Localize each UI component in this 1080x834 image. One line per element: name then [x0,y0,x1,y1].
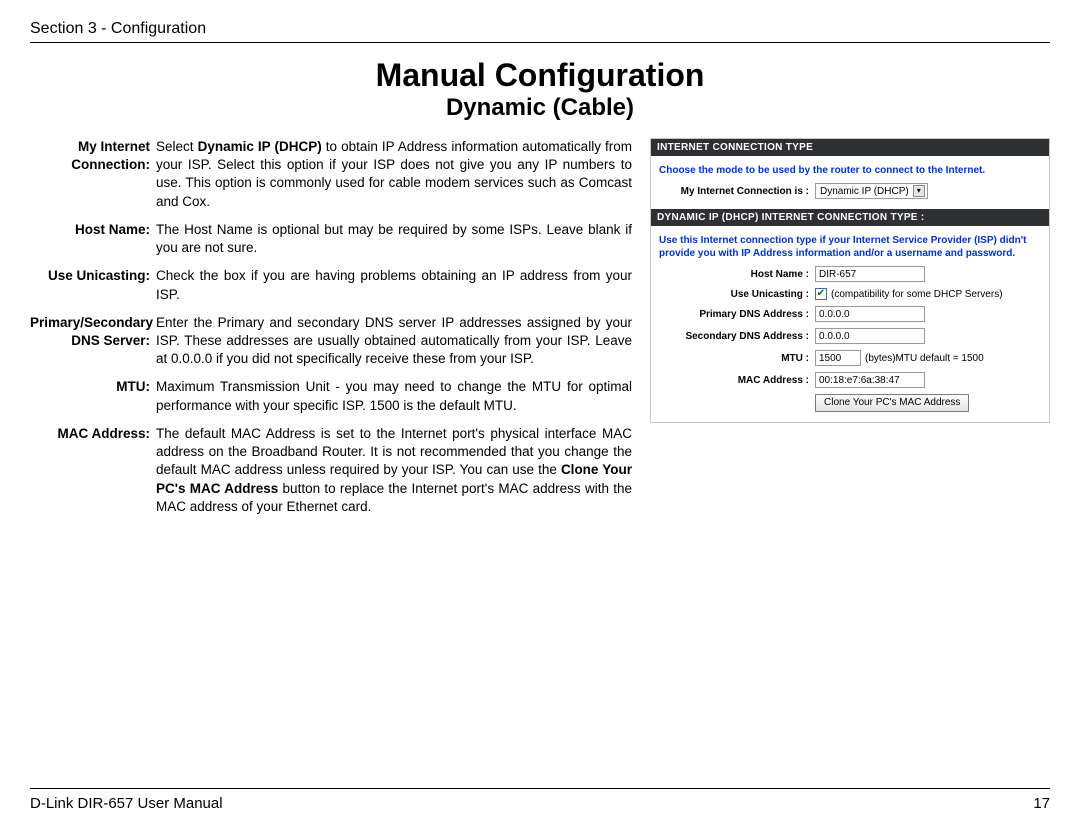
router-ui-panel: INTERNET CONNECTION TYPE Choose the mode… [650,138,1050,423]
select-value: Dynamic IP (DHCP) [820,186,909,197]
section-breadcrumb: Section 3 - Configuration [30,20,1050,38]
footer-page-number: 17 [1033,795,1050,812]
def-desc: Maximum Transmission Unit - you may need… [156,378,632,414]
rui-host-name-label: Host Name : [659,269,815,280]
rui-section-header-1: INTERNET CONNECTION TYPE [651,139,1049,156]
rui-primary-dns-label: Primary DNS Address : [659,309,815,320]
rui-mtu-label: MTU : [659,353,815,364]
rui-secondary-dns-label: Secondary DNS Address : [659,331,815,342]
def-my-internet-connection: My Internet Connection: Select Dynamic I… [30,138,632,211]
page-subtitle: Dynamic (Cable) [30,94,1050,122]
def-desc: The Host Name is optional but may be req… [156,221,632,257]
def-mac: MAC Address: The default MAC Address is … [30,425,632,516]
def-term: Use Unicasting: [30,267,156,285]
footer-rule [30,788,1050,789]
def-term: My Internet Connection: [30,138,156,174]
secondary-dns-input[interactable] [815,328,925,344]
def-host-name: Host Name: The Host Name is optional but… [30,221,632,257]
def-term: Primary/Secondary DNS Server: [30,314,156,350]
def-term: MTU: [30,378,156,396]
def-mtu: MTU: Maximum Transmission Unit - you may… [30,378,632,414]
definitions-list: My Internet Connection: Select Dynamic I… [30,138,632,526]
mac-address-input[interactable] [815,372,925,388]
def-desc: Enter the Primary and secondary DNS serv… [156,314,632,369]
def-desc: Select Dynamic IP (DHCP) to obtain IP Ad… [156,138,632,211]
rui-mac-label: MAC Address : [659,375,815,386]
text-bold: Dynamic IP (DHCP) [198,139,322,154]
rui-conn-label: My Internet Connection is : [659,186,815,197]
primary-dns-input[interactable] [815,306,925,322]
rui-mode-hint: Choose the mode to be used by the router… [659,164,1041,177]
def-use-unicasting: Use Unicasting: Check the box if you are… [30,267,632,303]
rui-section-header-2: DYNAMIC IP (DHCP) INTERNET CONNECTION TY… [651,209,1049,226]
rui-mtu-suffix: (bytes)MTU default = 1500 [865,353,984,364]
def-desc: Check the box if you are having problems… [156,267,632,303]
rui-dhcp-hint: Use this Internet connection type if you… [659,234,1041,260]
host-name-input[interactable] [815,266,925,282]
header-rule [30,42,1050,43]
def-term: Host Name: [30,221,156,239]
internet-connection-select[interactable]: Dynamic IP (DHCP) ▾ [815,183,928,199]
text-pre: Select [156,139,198,154]
mtu-input[interactable] [815,350,861,366]
def-dns: Primary/Secondary DNS Server: Enter the … [30,314,632,369]
clone-mac-button[interactable]: Clone Your PC's MAC Address [815,394,969,412]
def-desc: The default MAC Address is set to the In… [156,425,632,516]
chevron-down-icon: ▾ [913,185,925,197]
rui-unicast-note: (compatibility for some DHCP Servers) [831,289,1003,300]
footer-manual-name: D-Link DIR-657 User Manual [30,795,223,812]
use-unicasting-checkbox[interactable]: ✔ [815,288,827,300]
page-title: Manual Configuration [30,57,1050,94]
def-term: MAC Address: [30,425,156,443]
rui-unicast-label: Use Unicasting : [659,289,815,300]
